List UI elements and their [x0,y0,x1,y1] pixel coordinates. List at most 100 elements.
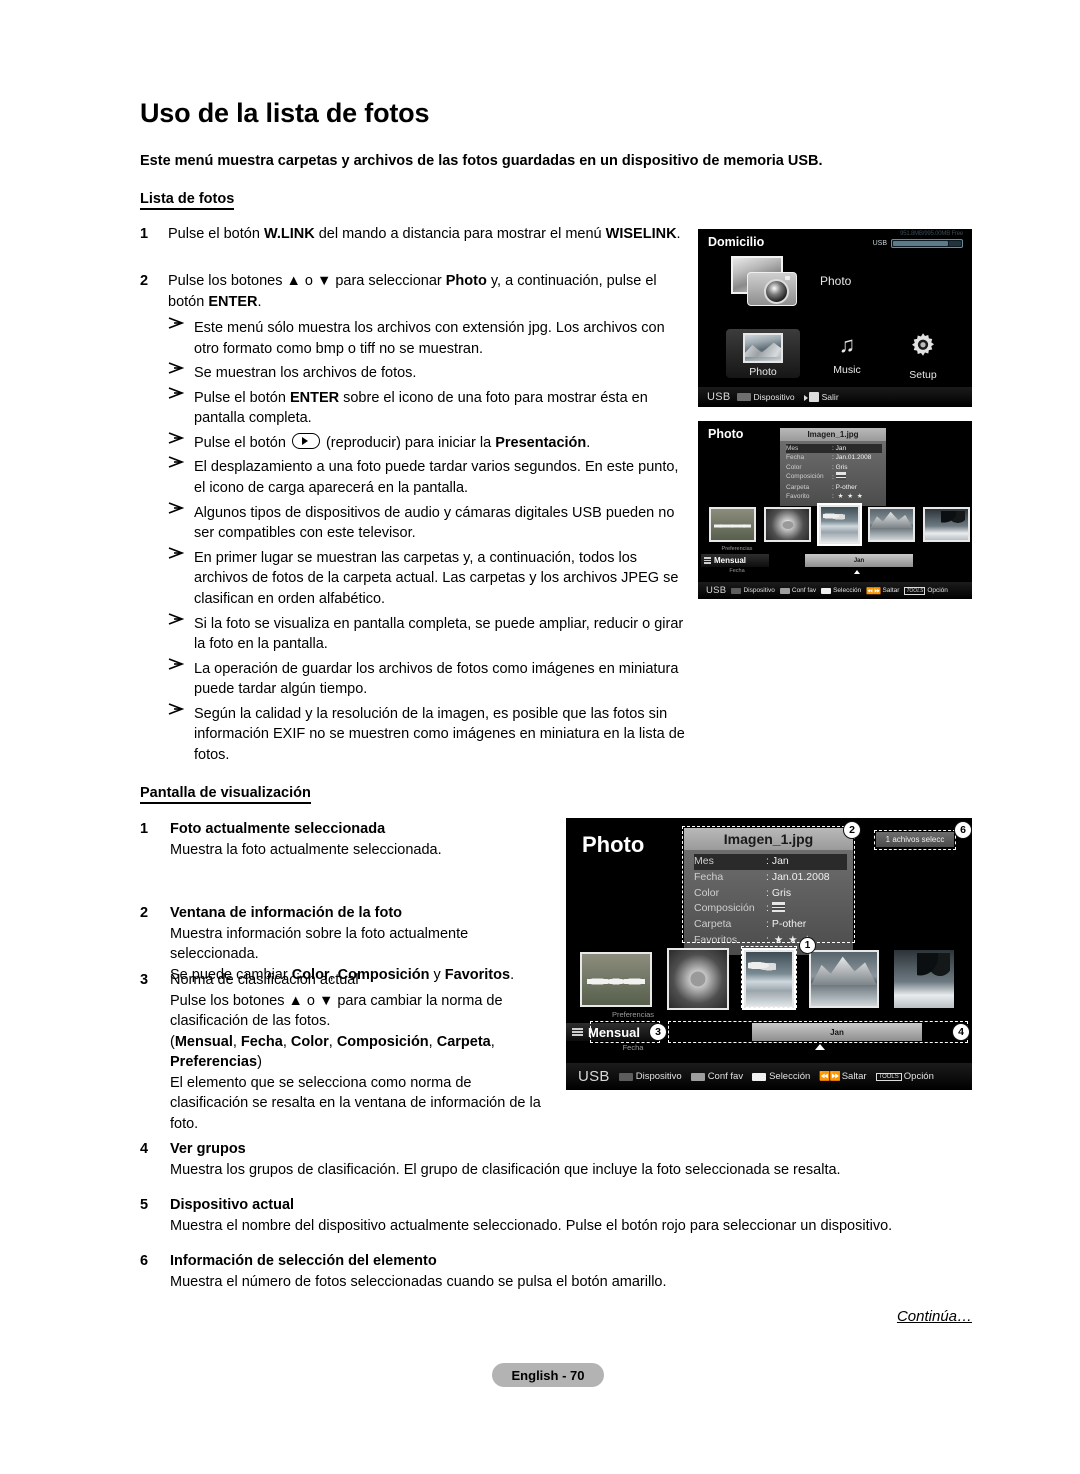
display-item-1-number: 1 [140,821,149,837]
flower-thumbnail[interactable] [667,948,729,1010]
footer-dispositivo[interactable]: Dispositivo [618,1071,682,1082]
tv-home-title: Domicilio [708,235,765,249]
mountain-thumbnail[interactable] [809,950,879,1008]
photo-info-filename-small: Imagen_1.jpg [780,428,886,441]
footer-opcion[interactable]: TOOLS Opción [904,586,948,595]
sort-column-small: Preferencias [708,546,766,552]
intro-paragraph: Este menú muestra carpetas y archivos de… [140,153,823,169]
page-title: Uso de la lista de fotos [140,98,430,128]
list-item: La operación de guardar los archivos de … [168,657,688,700]
gear-icon [886,331,960,366]
list-item: Según la calidad y la resolución de la i… [168,703,688,766]
info-row: Fecha: Jan.01.2008 [786,454,872,462]
list-item: Pulse el botón (reproducir) para iniciar… [168,432,688,454]
color-swatch-icon [690,1072,705,1081]
page-number-pill: English - 70 [492,1363,604,1387]
tv-home-tile-photo[interactable]: Photo [726,329,800,378]
palm-thumbnail[interactable] [894,950,954,1008]
arrow-bullet-icon [168,703,184,715]
section-heading-lista-de-fotos: Lista de fotos [140,191,235,210]
group-caret-icon [815,1044,825,1050]
usb-capacity-indicator: USB [873,239,963,248]
sheep-thumbnail[interactable] [709,507,756,542]
section-heading-pantalla-de-visualizacion: Pantalla de visualización [140,785,311,804]
sort-current-small[interactable]: Mensual [701,554,769,567]
sort-below-label: Fecha [622,1043,644,1052]
tv-home-tile-setup-label: Setup [909,369,937,381]
list-item-text: Si la foto se visualiza en pantalla comp… [194,615,684,653]
sort-current-label: Mensual [714,556,747,565]
arrow-bullet-icon [168,432,184,444]
footer-saltar[interactable]: ⏪⏩ Saltar [819,1071,866,1082]
display-item-6: 6 Información de selección del elemento … [140,1251,920,1292]
tv-photo-large-footer: USB Dispositivo Conf fav Selección ⏪⏩ Sal… [566,1063,972,1090]
annotation-box-info-window [682,826,855,943]
tv-photo-small-title: Photo [708,427,744,441]
color-swatch-icon [779,587,790,594]
step-1-text: Pulse el botón W.LINK del mando a distan… [168,226,681,242]
composition-icon [835,472,846,481]
photo-info-table-small: Mes: Jan Fecha: Jan.01.2008 Color: Gris … [780,441,886,506]
display-item-3-body: Pulse los botones ▲ o ▼ para cambiar la … [170,992,503,1030]
display-item-5: 5 Dispositivo actual Muestra el nombre d… [140,1195,940,1236]
info-row: Composición: [786,472,882,482]
beach-thumbnail[interactable] [817,503,862,546]
display-item-3-number: 3 [140,972,149,988]
color-swatch-icon [618,1072,633,1081]
tv-photo-small-device-label: USB [706,585,727,596]
list-item-text: Según la calidad y la resolución de la i… [194,705,685,763]
flower-thumbnail[interactable] [764,507,811,542]
tv-home-tile-music-label: Music [833,364,861,376]
list-item-text: La operación de guardar los archivos de … [194,660,679,698]
group-caret-icon [854,570,860,574]
callout-1: 1 [799,937,816,954]
palm-thumbnail[interactable] [923,507,970,542]
usb-free-space-text: 951.8MB/995.00MB Free [900,231,963,237]
group-bar-active-segment[interactable]: Jan [805,554,913,567]
footer-opcion[interactable]: TOOLS Opción [875,1071,934,1082]
annotation-box-group-view [668,1021,968,1043]
footer-saltar[interactable]: ⏪⏩ Saltar [866,587,899,595]
step-2-number: 2 [140,273,149,289]
tv-home-footer-salir[interactable]: Salir [803,392,839,402]
tv-home-footer-dispositivo[interactable]: Dispositivo [736,392,795,402]
display-item-4-number: 4 [140,1141,149,1157]
skip-icon: ⏪⏩ [819,1071,840,1081]
display-item-2-number: 2 [140,905,149,921]
list-item: Si la foto se visualiza en pantalla comp… [168,612,688,655]
list-item: Este menú sólo muestra los archivos con … [168,317,688,359]
annotation-box-selected-photo [741,946,797,1008]
mountain-thumbnail[interactable] [868,507,915,542]
footer-opcion-label: Opción [903,1071,934,1082]
tv-screen-home: Domicilio 951.8MB/995.00MB Free USB Phot… [698,229,972,407]
display-item-4: 4 Ver grupos Muestra los grupos de clasi… [140,1139,920,1180]
footer-dispositivo[interactable]: Dispositivo [731,587,775,594]
sheep-thumbnail[interactable] [580,951,652,1007]
callout-4: 4 [952,1023,970,1041]
display-item-1-body: Muestra la foto actualmente seleccionada… [170,841,442,858]
photo-thumb-icon [743,333,783,363]
color-swatch-icon [821,587,832,594]
tools-icon: TOOLS [875,1072,902,1081]
color-swatch-icon [736,393,751,401]
info-row: Carpeta: P-other [786,483,857,491]
tv-home-selected-label: Photo [820,274,852,288]
display-item-3-heading: Norma de clasificación actual [170,972,359,988]
arrow-bullet-icon [168,386,184,399]
list-item-text: En primer lugar se muestran las carpetas… [194,549,679,607]
display-item-1-heading: Foto actualmente seleccionada [170,821,386,837]
footer-conf-fav[interactable]: Conf fav [690,1071,743,1082]
arrow-bullet-icon [168,317,184,329]
display-item-3-options: (Mensual, Fecha, Color, Composición, Car… [170,1033,495,1071]
manual-page: Uso de la lista de fotos Este menú muest… [0,0,1080,1474]
current-device-label: USB [578,1068,610,1085]
footer-conf-fav[interactable]: Conf fav [779,587,816,594]
sort-bars-icon [572,1026,583,1038]
tv-home-tile-music[interactable]: ♫ Music [810,329,884,376]
footer-seleccion[interactable]: Selección [821,587,861,594]
list-item: El desplazamiento a una foto puede tarda… [168,456,688,498]
tv-home-tile-setup[interactable]: Setup [886,329,960,381]
display-item-6-heading: Información de selección del elemento [170,1253,437,1269]
sort-below-label: Fecha [729,568,745,574]
footer-seleccion[interactable]: Selección [752,1071,810,1082]
